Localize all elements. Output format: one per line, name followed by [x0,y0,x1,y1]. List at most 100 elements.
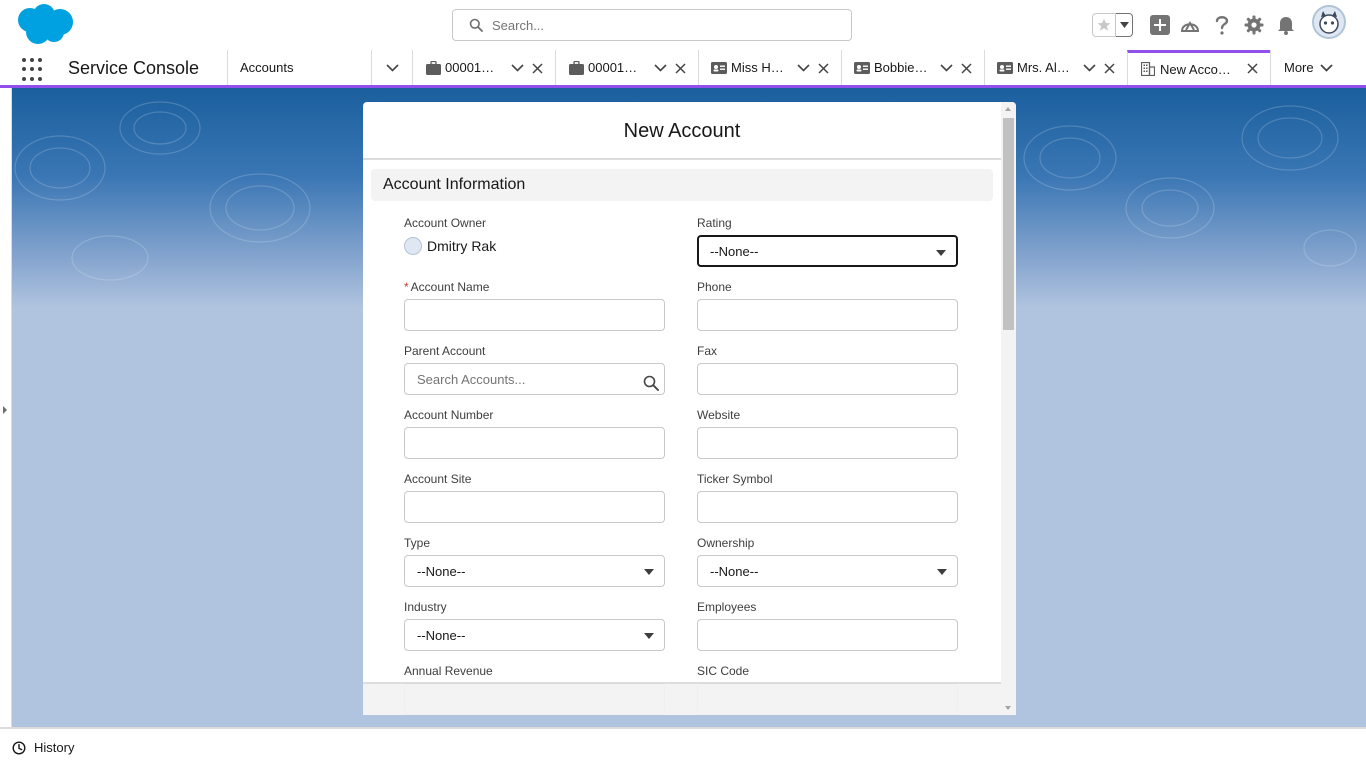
account-number-input[interactable] [404,427,665,459]
utility-bar: History [0,727,1366,768]
history-utility-button[interactable]: History [12,740,74,755]
chevron-down-icon[interactable] [939,61,953,75]
field-phone: Phone [697,279,959,331]
favorites-dropdown-button[interactable] [1116,13,1133,37]
tab-label: 00001… [588,60,638,75]
scrollbar-thumb[interactable] [1003,118,1014,330]
utility-rail-toggle[interactable] [0,88,12,727]
app-launcher-dot [30,58,34,62]
app-launcher-button[interactable] [22,58,46,82]
chevron-down-icon[interactable] [796,61,810,75]
close-icon[interactable] [960,62,972,74]
employees-input[interactable] [697,619,958,651]
tab-label: Mrs. Al… [1017,60,1070,75]
ticker-symbol-input[interactable] [697,491,958,523]
tab-case-2[interactable]: 00001… [555,50,698,85]
close-icon[interactable] [1246,62,1258,74]
field-label: Account Site [404,472,472,486]
help-button[interactable] [1211,14,1233,36]
avatar [1319,11,1339,34]
tab-contact-1[interactable]: Miss H… [698,50,841,85]
search-icon [469,18,483,32]
caret-down-icon [644,633,654,639]
phone-input[interactable] [697,299,958,331]
field-parent-account: Parent Account [404,343,666,395]
field-label: Annual Revenue [404,664,493,678]
account-name-input[interactable] [404,299,665,331]
more-tabs-button[interactable]: More [1284,60,1333,75]
app-launcher-dot [22,58,26,62]
field-label: * Account Name [404,279,666,295]
avatar [404,237,422,255]
briefcase-icon [425,60,441,76]
favorites-star-button[interactable] [1092,13,1116,37]
app-launcher-dot [30,67,34,72]
app-launcher-dot [22,67,26,72]
field-industry: Industry --None-- [404,599,666,651]
search-input[interactable] [492,17,812,33]
plus-icon [1150,15,1170,35]
type-select[interactable]: --None-- [404,555,665,587]
section-header-account-information[interactable]: Account Information [371,169,993,201]
app-name: Service Console [68,58,200,78]
more-label: More [1284,60,1314,75]
scroll-up-icon[interactable] [1005,107,1011,111]
rating-select[interactable]: --None-- [697,235,958,267]
fax-input[interactable] [697,363,958,395]
modal-title: New Account [363,102,1001,160]
search-icon[interactable] [643,375,659,391]
field-label: Ownership [697,536,755,550]
user-avatar-button[interactable] [1312,5,1346,39]
trailhead-button[interactable] [1179,14,1201,36]
chevron-down-icon[interactable] [510,61,524,75]
global-actions-button[interactable] [1149,14,1171,36]
field-label: Account Owner [404,216,487,230]
field-account-name: * Account Name [404,279,666,331]
field-label: Website [697,408,741,422]
tab-contact-2[interactable]: Bobbie… [841,50,984,85]
contact-card-icon [854,60,870,76]
chevron-down-icon[interactable] [1082,61,1096,75]
setup-button[interactable] [1243,14,1265,36]
industry-select[interactable]: --None-- [404,619,665,651]
tab-accounts-menu-button[interactable] [371,50,412,85]
parent-account-input[interactable] [404,363,665,395]
modal-scrollbar[interactable] [1001,102,1016,715]
field-label: Phone [697,280,732,294]
field-ownership: Ownership --None-- [697,535,959,587]
close-icon[interactable] [674,62,686,74]
field-label-text: Account Name [410,280,490,294]
clock-icon [12,740,26,755]
help-icon [1215,16,1229,35]
notifications-button[interactable] [1275,14,1297,36]
field-label: SIC Code [697,664,750,678]
tab-case-1[interactable]: 00001… [412,50,555,85]
account-owner-value[interactable]: Dmitry Rak [404,237,666,255]
tab-accounts[interactable]: Accounts [227,50,371,85]
close-icon[interactable] [1103,62,1115,74]
history-label: History [34,740,75,755]
chevron-down-icon[interactable] [653,61,667,75]
close-icon[interactable] [531,62,543,74]
global-search[interactable] [452,9,852,41]
field-label: Fax [697,344,718,358]
contact-card-icon [997,60,1013,76]
account-site-input[interactable] [404,491,665,523]
tab-contact-3[interactable]: Mrs. Al… [984,50,1127,85]
scroll-down-icon[interactable] [1005,706,1011,710]
close-icon[interactable] [817,62,829,74]
tab-new-account[interactable]: New Acco… [1127,50,1270,85]
console-navigation-bar: Service Console Accounts 00001… 00001… M… [0,50,1366,88]
ownership-select[interactable]: --None-- [697,555,958,587]
tab-label: 00001… [445,60,495,75]
field-account-number: Account Number [404,407,666,459]
select-value: --None-- [417,563,466,579]
gear-icon [1244,15,1264,35]
chevron-down-icon [1119,22,1129,28]
website-input[interactable] [697,427,958,459]
salesforce-logo[interactable] [16,4,74,46]
field-label: Type [404,536,431,550]
expand-arrow-icon [3,406,7,414]
required-marker: * [404,280,409,294]
select-value: --None-- [710,243,759,259]
